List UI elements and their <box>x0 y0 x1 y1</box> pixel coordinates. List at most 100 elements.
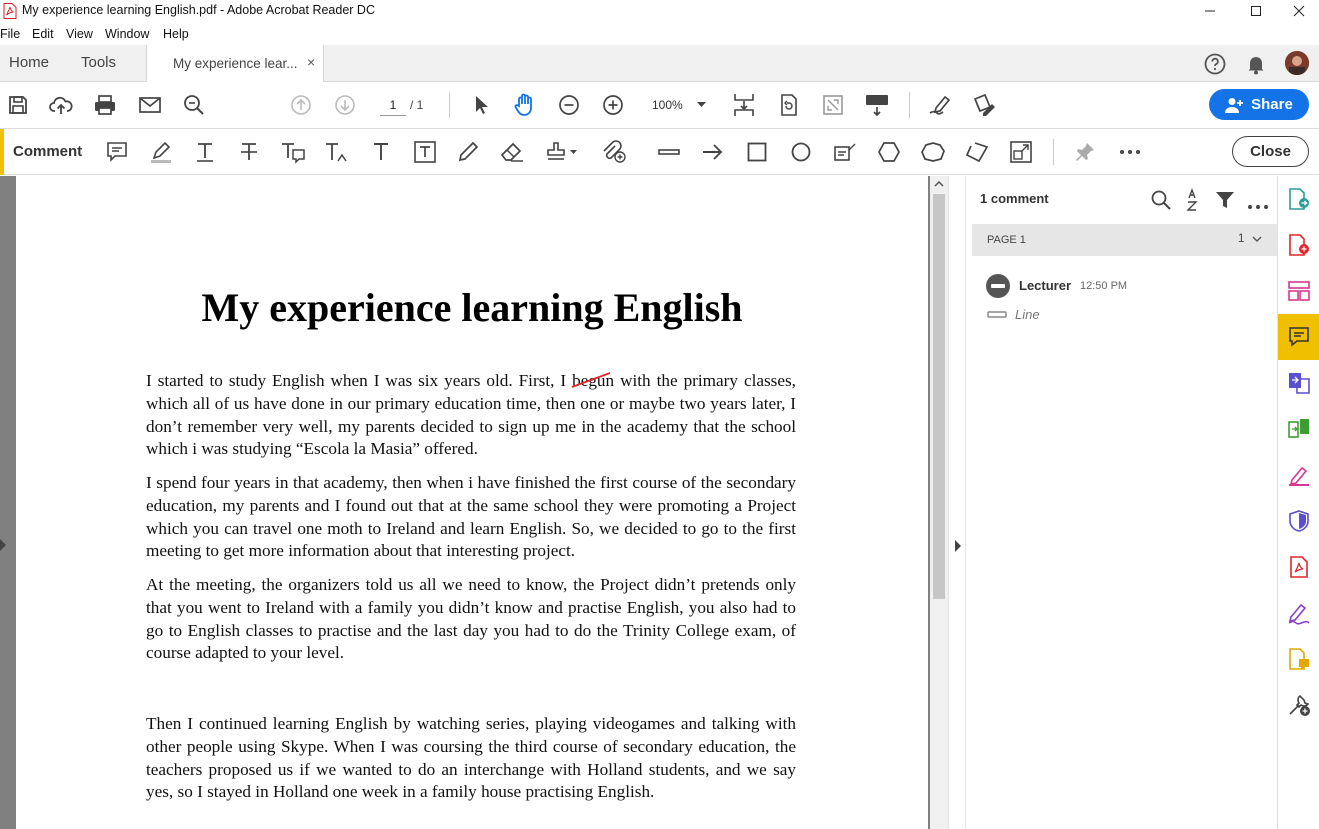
replace-text-button[interactable] <box>280 139 306 165</box>
stamp-button[interactable] <box>545 139 579 165</box>
zoom-in-button[interactable] <box>600 92 626 118</box>
print-button[interactable] <box>92 92 118 118</box>
draw-shapes-button[interactable] <box>1008 139 1034 165</box>
tab-tools[interactable]: Tools <box>81 54 116 71</box>
rail-pdf-button[interactable] <box>1286 554 1312 580</box>
pin-icon <box>1076 143 1094 161</box>
vertical-scrollbar[interactable] <box>930 176 948 829</box>
rail-export-pdf-button[interactable] <box>1286 186 1312 212</box>
sign-button[interactable] <box>927 92 953 118</box>
cloud-tool-button[interactable] <box>920 139 946 165</box>
text-callout-button[interactable] <box>832 139 858 165</box>
envelope-icon <box>139 97 161 113</box>
arrow-tool-button[interactable] <box>700 139 726 165</box>
polygon-line-button[interactable] <box>964 139 990 165</box>
polygon-tool-button[interactable] <box>876 139 902 165</box>
menu-file[interactable]: File <box>0 27 20 41</box>
upload-button[interactable] <box>48 92 74 118</box>
zoom-level-select[interactable]: 100% <box>648 94 712 116</box>
notifications-button[interactable] <box>1244 52 1268 76</box>
sort-comments-button[interactable] <box>1183 188 1203 212</box>
menu-window[interactable]: Window <box>105 27 149 41</box>
filter-icon <box>1216 192 1234 208</box>
scrollbar-thumb[interactable] <box>933 194 945 599</box>
oval-tool-button[interactable] <box>788 139 814 165</box>
draw-button[interactable] <box>455 139 481 165</box>
rail-more-tools-button[interactable] <box>1286 692 1312 718</box>
text-box-button[interactable] <box>412 139 438 165</box>
underline-text-button[interactable] <box>192 139 218 165</box>
find-button[interactable] <box>181 92 207 118</box>
cloud-upload-icon <box>49 96 73 114</box>
right-tools-rail <box>1277 176 1319 829</box>
zoom-out-button[interactable] <box>556 92 582 118</box>
paragraph-1: I started to study English when I was si… <box>146 370 796 461</box>
comment-type: Line <box>1015 307 1040 322</box>
fill-sign-button[interactable] <box>971 92 997 118</box>
email-button[interactable] <box>137 92 163 118</box>
paperclip-plus-icon <box>603 140 626 163</box>
insert-text-button[interactable] <box>324 139 350 165</box>
share-button-label: Share <box>1251 96 1293 113</box>
filter-comments-button[interactable] <box>1215 190 1235 210</box>
maximize-button[interactable] <box>1233 0 1279 22</box>
rail-send-comments-button[interactable] <box>1286 646 1312 672</box>
text-box-icon <box>414 141 436 163</box>
hand-tool-button[interactable] <box>512 92 538 118</box>
rail-fill-sign-button[interactable] <box>1286 462 1312 488</box>
strikethrough-markup[interactable]: begun <box>570 369 616 391</box>
text-replace-icon <box>282 143 305 164</box>
rail-create-pdf-button[interactable] <box>1286 232 1312 258</box>
pdf-page: My experience learning English I started… <box>16 176 928 829</box>
rail-request-signature-button[interactable] <box>1286 600 1312 626</box>
line-tool-button[interactable] <box>656 139 682 165</box>
rail-comment-button[interactable] <box>1286 324 1312 350</box>
collapse-panel-icon[interactable] <box>955 540 961 552</box>
help-button[interactable] <box>1203 52 1227 76</box>
tab-document[interactable]: My experience lear... × <box>146 45 324 82</box>
full-screen-button[interactable] <box>820 92 846 118</box>
tab-home[interactable]: Home <box>9 54 49 71</box>
rectangle-tool-button[interactable] <box>744 139 770 165</box>
comments-options-button[interactable] <box>1247 197 1269 209</box>
rail-combine-files-button[interactable] <box>1286 370 1312 396</box>
page-number-input[interactable]: 1 <box>380 94 406 116</box>
previous-page-button[interactable] <box>288 92 314 118</box>
keep-tool-selected-button[interactable] <box>1072 139 1098 165</box>
user-avatar[interactable] <box>1285 51 1309 75</box>
rail-edit-pdf-button[interactable] <box>1286 416 1312 442</box>
document-viewport[interactable]: My experience learning English I started… <box>0 176 930 829</box>
rail-organize-pages-button[interactable] <box>1286 278 1312 304</box>
left-panel-toggle-icon[interactable] <box>0 539 6 551</box>
eraser-button[interactable] <box>499 139 525 165</box>
share-button[interactable]: Share <box>1209 89 1309 120</box>
page-group-header[interactable]: PAGE 1 1 <box>972 224 1277 256</box>
panel-splitter[interactable] <box>948 176 966 829</box>
rotate-button[interactable] <box>776 92 802 118</box>
menu-edit[interactable]: Edit <box>32 27 54 41</box>
attach-file-button[interactable] <box>600 139 634 165</box>
tab-close-button[interactable]: × <box>307 54 315 70</box>
more-tools-button[interactable] <box>1117 139 1143 165</box>
read-mode-button[interactable] <box>864 92 890 118</box>
highlight-button[interactable] <box>148 139 174 165</box>
sticky-note-button[interactable] <box>104 139 130 165</box>
add-text-button[interactable] <box>368 139 394 165</box>
save-button[interactable] <box>5 92 31 118</box>
strikethrough-button[interactable] <box>236 139 262 165</box>
minimize-button[interactable] <box>1187 0 1233 22</box>
scroll-up-icon[interactable] <box>934 181 944 187</box>
text-underline-icon <box>197 143 213 162</box>
menu-view[interactable]: View <box>66 27 93 41</box>
search-comments-button[interactable] <box>1150 189 1172 211</box>
line-shape-icon <box>658 149 680 155</box>
select-tool-button[interactable] <box>468 92 494 118</box>
page-view-button[interactable] <box>731 92 757 118</box>
rail-protect-button[interactable] <box>1286 508 1312 534</box>
close-comment-tool-button[interactable]: Close <box>1232 136 1309 167</box>
line-annotation[interactable] <box>570 369 616 391</box>
close-window-button[interactable] <box>1276 0 1319 22</box>
sign-pen-icon <box>1289 466 1309 486</box>
menu-help[interactable]: Help <box>163 27 189 41</box>
next-page-button[interactable] <box>332 92 358 118</box>
